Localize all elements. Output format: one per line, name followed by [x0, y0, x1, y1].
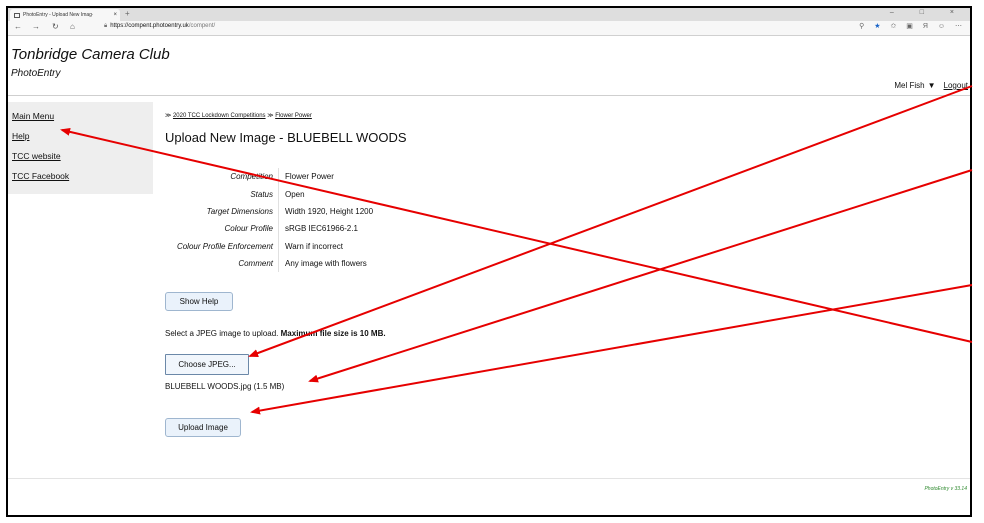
sidebar-link-help[interactable]: Help [12, 132, 153, 141]
profile-icon[interactable]: ☺ [938, 23, 945, 30]
zoom-icon[interactable]: ⚲ [859, 23, 864, 30]
favorite-star-icon[interactable]: ★ [874, 23, 880, 30]
sidebar: Main Menu Help TCC website TCC Facebook [8, 102, 153, 194]
details-value: sRGB IEC61966-2.1 [285, 224, 358, 234]
breadcrumb-competitions-link[interactable]: 2020 TCC Lockdown Competitions [173, 113, 266, 119]
main-content: ≫ 2020 TCC Lockdown Competitions ≫ Flowe… [165, 112, 407, 437]
details-value: Any image with flowers [285, 259, 367, 269]
details-label: Colour Profile Enforcement [165, 237, 279, 255]
footer-divider [8, 478, 970, 479]
header-divider [8, 95, 970, 96]
tab-title: PhotoEntry - Upload New Imag· [23, 12, 94, 18]
show-help-button[interactable]: Show Help [165, 292, 233, 311]
details-value: Width 1920, Height 1200 [285, 206, 374, 216]
details-label: Comment [165, 254, 279, 273]
browser-tab[interactable]: PhotoEntry - Upload New Imag· × [10, 9, 120, 21]
details-row: Status Open [165, 185, 373, 203]
read-aloud-icon[interactable]: Я [923, 23, 928, 30]
url-field[interactable]: 🔒︎ https://compent.photoentry.uk/compent/ [104, 23, 215, 30]
back-arrow-icon[interactable]: ← [14, 22, 22, 31]
max-file-size-text: Maximum file size is 10 MB. [280, 329, 386, 338]
upload-instruction-text: Select a JPEG image to upload. [165, 329, 279, 338]
details-label: Status [165, 185, 279, 203]
refresh-icon[interactable]: ↻ [52, 22, 59, 31]
version-label: PhotoEntry v 33.14 [924, 486, 967, 492]
favicon-icon [14, 12, 20, 18]
screenshot-frame: PhotoEntry - Upload New Imag· × + – □ × … [6, 6, 972, 517]
details-label: Competition [165, 168, 279, 186]
home-icon[interactable]: ⌂ [70, 22, 75, 31]
forward-arrow-icon[interactable]: → [32, 22, 40, 31]
details-row: Comment Any image with flowers [165, 254, 373, 273]
url-host: https://compent.photoentry.uk [110, 23, 189, 29]
choose-jpeg-button[interactable]: Choose JPEG... [165, 354, 249, 375]
collections-icon[interactable]: ▣ [906, 23, 913, 30]
user-menu: Mel Fish ▼ Logout [894, 81, 968, 90]
details-label: Colour Profile [165, 220, 279, 238]
details-value: Flower Power [285, 172, 334, 182]
breadcrumb: ≫ 2020 TCC Lockdown Competitions ≫ Flowe… [165, 112, 407, 119]
upload-instructions: Select a JPEG image to upload. Maximum f… [165, 329, 386, 338]
favorites-list-icon[interactable]: ✩ [890, 23, 896, 30]
breadcrumb-flower-power-link[interactable]: Flower Power [275, 113, 312, 119]
breadcrumb-separator: ≫ [165, 113, 172, 119]
details-value: Warn if incorrect [285, 241, 343, 251]
details-row: Target Dimensions Width 1920, Height 1200 [165, 202, 374, 221]
details-value: Open [285, 189, 305, 199]
sidebar-link-main-menu[interactable]: Main Menu [12, 112, 153, 121]
web-page: Tonbridge Camera Club PhotoEntry Mel Fis… [8, 36, 970, 515]
page-title: Upload New Image - BLUEBELL WOODS [165, 130, 407, 145]
site-subtitle: PhotoEntry [11, 68, 61, 79]
tab-close-icon[interactable]: × [113, 12, 117, 18]
sidebar-link-tcc-facebook[interactable]: TCC Facebook [12, 172, 153, 181]
competition-details-table: Competition Flower Power Status Open Targe… [165, 168, 374, 273]
site-title: Tonbridge Camera Club [11, 46, 170, 63]
details-row: Colour Profile sRGB IEC61966-2.1 [165, 220, 373, 238]
selected-file-info: BLUEBELL WOODS.jpg (1.5 MB) [165, 382, 285, 391]
more-menu-icon[interactable]: ⋯ [955, 23, 962, 30]
lock-icon: 🔒︎ [104, 23, 108, 29]
upload-image-button[interactable]: Upload Image [165, 418, 241, 437]
details-row: Colour Profile Enforcement Warn if incorr… [165, 237, 373, 255]
user-name[interactable]: Mel Fish [894, 81, 924, 90]
address-bar: ← → ↻ ⌂ 🔒︎ https://compent.photoentry.uk/… [8, 21, 970, 36]
url-path: /compent/ [188, 23, 216, 29]
details-label: Target Dimensions [165, 202, 279, 221]
browser-toolbar: ⚲ ★ ✩ ▣ Я ☺ ⋯ [851, 22, 962, 30]
details-row: Competition Flower Power [165, 168, 373, 186]
user-dropdown-caret-icon[interactable]: ▼ [928, 81, 936, 90]
logout-link[interactable]: Logout [944, 81, 968, 90]
new-tab-button[interactable]: + [125, 9, 130, 18]
window-controls[interactable]: – □ × [890, 9, 966, 16]
browser-tab-bar: PhotoEntry - Upload New Imag· × + – □ × [8, 8, 970, 21]
breadcrumb-separator: ≫ [267, 113, 274, 119]
sidebar-link-tcc-website[interactable]: TCC website [12, 152, 153, 161]
